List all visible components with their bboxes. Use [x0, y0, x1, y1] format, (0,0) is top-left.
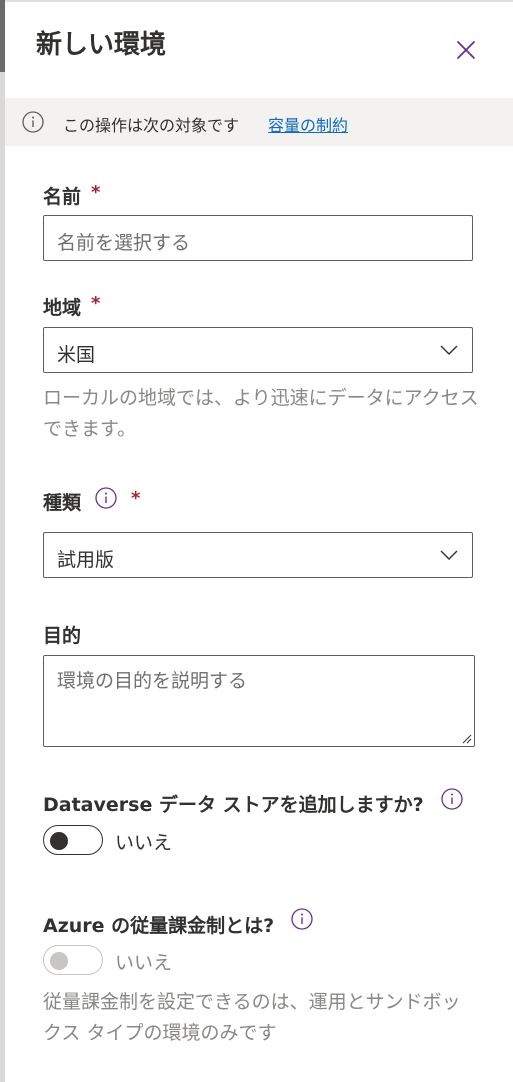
- dataverse-label: Dataverse データ ストアを追加しますか?: [43, 794, 424, 816]
- name-input[interactable]: 名前を選択する: [43, 215, 473, 261]
- chevron-down-icon: [440, 345, 458, 355]
- type-dropdown[interactable]: 試用版: [43, 532, 473, 578]
- panel-title: 新しい環境: [36, 30, 167, 60]
- close-icon: [457, 41, 475, 59]
- type-label: 種類: [43, 492, 82, 514]
- chevron-down-icon: [440, 550, 458, 560]
- panel-top-edge: [5, 0, 513, 2]
- dataverse-toggle-label: いいえ: [115, 832, 173, 854]
- panel-left-edge: [0, 0, 5, 1082]
- name-required-mark: *: [91, 182, 101, 203]
- azure-info-icon[interactable]: [291, 908, 313, 930]
- info-bar: この操作は次の対象です 容量の制約: [5, 98, 513, 146]
- azure-help-text: 従量課金制を設定できるのは、運用とサンドボックス タイプの環境のみです: [43, 991, 461, 1044]
- azure-label: Azure の従量課金制とは?: [43, 915, 275, 937]
- purpose-label: 目的: [43, 625, 82, 647]
- name-label: 名前: [43, 186, 82, 208]
- type-info-icon[interactable]: [95, 487, 117, 509]
- azure-toggle[interactable]: [43, 945, 103, 975]
- dataverse-toggle[interactable]: [43, 825, 103, 855]
- purpose-textarea[interactable]: 環境の目的を説明する: [43, 655, 475, 747]
- info-bar-text: この操作は次の対象です: [63, 116, 240, 135]
- dataverse-info-icon[interactable]: [441, 788, 463, 810]
- name-input-placeholder: 名前を選択する: [57, 232, 191, 254]
- close-button[interactable]: [450, 34, 482, 66]
- region-dropdown-value: 米国: [57, 344, 96, 366]
- purpose-placeholder: 環境の目的を説明する: [57, 670, 248, 692]
- type-dropdown-value: 試用版: [57, 549, 115, 571]
- toggle-knob: [50, 832, 68, 850]
- info-icon: [22, 111, 44, 133]
- region-help-text: ローカルの地域では、より迅速にデータにアクセスできます。: [43, 387, 479, 440]
- panel-left-edge-accent: [0, 0, 5, 72]
- resize-handle-icon[interactable]: [460, 732, 472, 744]
- capacity-limit-link[interactable]: 容量の制約: [268, 112, 348, 136]
- region-required-mark: *: [91, 293, 101, 314]
- toggle-knob: [50, 952, 68, 970]
- region-dropdown[interactable]: 米国: [43, 327, 473, 373]
- azure-toggle-label: いいえ: [115, 952, 173, 974]
- type-required-mark: *: [131, 488, 141, 509]
- region-label: 地域: [43, 297, 82, 319]
